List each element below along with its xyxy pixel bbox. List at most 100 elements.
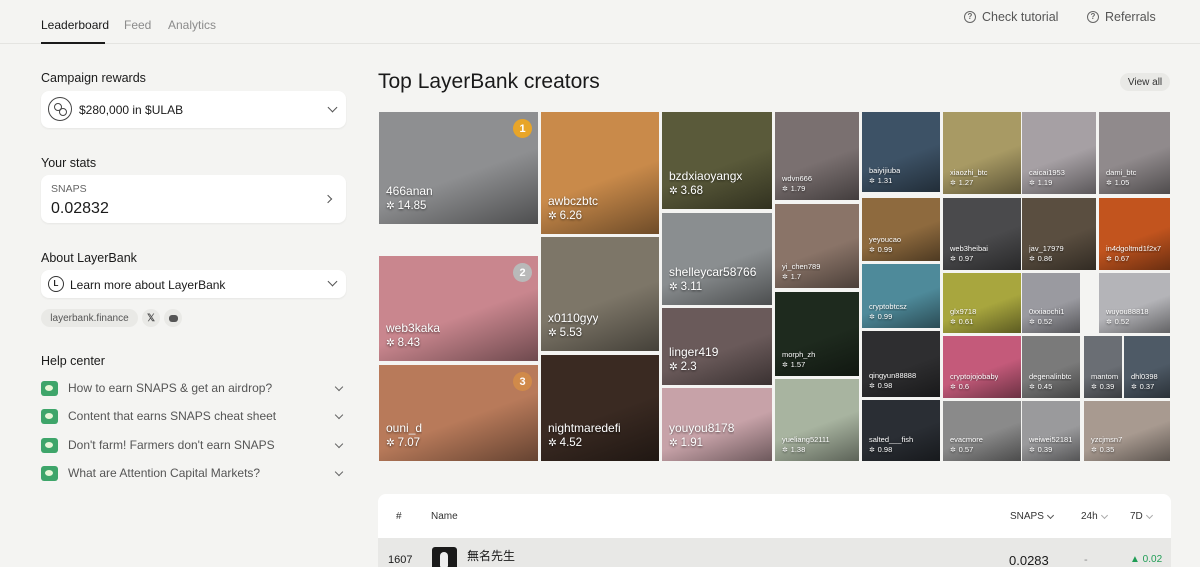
creator-tile[interactable]: web3heibai ✲ 0.97 bbox=[943, 198, 1021, 270]
snaps-icon: ✲ bbox=[782, 446, 788, 454]
campaign-rewards-dropdown[interactable]: $280,000 in $ULAB bbox=[41, 91, 346, 128]
creator-name: mantom bbox=[1091, 372, 1119, 381]
creator-score-value: 7.07 bbox=[397, 437, 421, 449]
creator-score-value: 1.38 bbox=[790, 445, 806, 454]
creator-tile[interactable]: shelleycar58766 ✲ 3.11 bbox=[662, 213, 772, 305]
creator-tile[interactable]: linger419 ✲ 2.3 bbox=[662, 308, 772, 385]
snaps-icon: ✲ bbox=[669, 438, 678, 449]
referrals-link[interactable]: ? Referrals bbox=[1087, 10, 1156, 24]
creator-tile[interactable]: yzcjmsn7 ✲ 0.35 bbox=[1084, 401, 1170, 461]
x-twitter-icon[interactable]: 𝕏 bbox=[142, 309, 160, 327]
website-link[interactable]: layerbank.finance bbox=[41, 309, 138, 327]
creator-name: yueliang52111 bbox=[782, 435, 830, 444]
creator-score: ✲ 0.61 bbox=[950, 317, 973, 326]
creator-score: ✲ 0.45 bbox=[1029, 382, 1052, 391]
creator-score: ✲ 0.57 bbox=[950, 445, 973, 454]
creator-tile[interactable]: jav_17979 ✲ 0.86 bbox=[1022, 198, 1096, 270]
creator-tile[interactable]: wuyou88818 ✲ 0.52 bbox=[1099, 273, 1170, 333]
creator-name: wdvn666 bbox=[782, 174, 813, 183]
creator-tile[interactable]: cryptobtcsz ✲ 0.99 bbox=[862, 264, 940, 328]
creator-tile[interactable]: nightmaredefi ✲ 4.52 bbox=[541, 355, 659, 461]
help-item-earn-snaps[interactable]: How to earn SNAPS & get an airdrop? bbox=[41, 378, 346, 398]
snaps-icon: ✲ bbox=[386, 338, 395, 349]
creator-tile[interactable]: youyou8178 ✲ 1.91 bbox=[662, 388, 772, 461]
creator-tile[interactable]: bzdxiaoyangx ✲ 3.68 bbox=[662, 112, 772, 209]
creator-score-value: 1.31 bbox=[877, 176, 893, 185]
creator-name: glx9718 bbox=[950, 307, 977, 316]
chevron-down-icon bbox=[334, 410, 344, 419]
view-all-button[interactable]: View all bbox=[1120, 73, 1170, 91]
snaps-icon: ✲ bbox=[1029, 383, 1035, 391]
snaps-icon: ✲ bbox=[1106, 255, 1112, 263]
creator-name: awbczbtc bbox=[548, 194, 599, 208]
snaps-stat-card[interactable]: SNAPS 0.02832 bbox=[41, 175, 346, 223]
snaps-value: 0.02832 bbox=[51, 200, 109, 217]
campaign-rewards-title: Campaign rewards bbox=[41, 71, 146, 85]
creator-score-value: 1.19 bbox=[1037, 178, 1053, 187]
creator-tile[interactable]: in4dgoltmd1f2x7 ✲ 0.67 bbox=[1099, 198, 1170, 270]
token-icon bbox=[48, 97, 72, 121]
creator-tile[interactable]: awbczbtc ✲ 6.26 bbox=[541, 112, 659, 234]
creator-score-value: 0.98 bbox=[877, 445, 893, 454]
creator-tile[interactable]: weiwei52181 ✲ 0.39 bbox=[1022, 401, 1080, 461]
creator-score-value: 0.6 bbox=[958, 382, 970, 391]
rank-badge: 2 bbox=[513, 263, 532, 282]
creator-tile[interactable]: qingyun88888 ✲ 0.98 bbox=[862, 331, 940, 397]
creator-tile[interactable]: dhl0398 ✲ 0.37 bbox=[1124, 336, 1170, 398]
creator-name: wuyou88818 bbox=[1106, 307, 1149, 316]
creator-tile[interactable]: evacmore ✲ 0.57 bbox=[943, 401, 1021, 461]
row-24h-change: - bbox=[1084, 554, 1088, 566]
creator-name: youyou8178 bbox=[669, 421, 735, 435]
creator-tile[interactable]: dami_btc ✲ 1.05 bbox=[1099, 112, 1170, 194]
creator-tile[interactable]: yeyoucao ✲ 0.99 bbox=[862, 198, 940, 261]
snaps-icon: ✲ bbox=[782, 185, 788, 193]
table-row[interactable]: 1607 無名先生 0.0283 - ▲ 0.02 bbox=[378, 538, 1171, 567]
about-layerbank-dropdown[interactable]: L Learn more about LayerBank bbox=[41, 270, 346, 298]
creator-tile[interactable]: wdvn666 ✲ 1.79 bbox=[775, 112, 859, 200]
help-item-dont-farm[interactable]: Don't farm! Farmers don't earn SNAPS bbox=[41, 435, 346, 455]
creator-name: xiaozhi_btc bbox=[950, 168, 988, 177]
creator-tile[interactable]: salted___fish ✲ 0.98 bbox=[862, 400, 940, 461]
help-item-label: Don't farm! Farmers don't earn SNAPS bbox=[68, 438, 275, 452]
creator-tile[interactable]: baiyijiuba ✲ 1.31 bbox=[862, 112, 940, 192]
creator-tile[interactable]: xiaozhi_btc ✲ 1.27 bbox=[943, 112, 1021, 194]
creator-score-value: 0.61 bbox=[958, 317, 974, 326]
creator-tile[interactable]: ouni_d ✲ 7.07 3 bbox=[379, 365, 538, 461]
creator-score-value: 1.91 bbox=[680, 437, 704, 449]
snaps-icon: ✲ bbox=[386, 438, 395, 449]
discord-icon[interactable] bbox=[164, 309, 182, 327]
creator-tile[interactable]: x0110gyy ✲ 5.53 bbox=[541, 237, 659, 351]
creator-tile[interactable]: glx9718 ✲ 0.61 bbox=[943, 273, 1021, 333]
tab-feed[interactable]: Feed bbox=[124, 18, 151, 32]
creator-score: ✲ 0.39 bbox=[1029, 445, 1052, 454]
col-7d-header[interactable]: 7D bbox=[1130, 511, 1153, 522]
creator-tile[interactable]: degenalinbtc ✲ 0.45 bbox=[1022, 336, 1080, 398]
creator-tile[interactable]: 0xxiaochi1 ✲ 0.52 bbox=[1022, 273, 1080, 333]
creator-tile[interactable]: caicai1953 ✲ 1.19 bbox=[1022, 112, 1096, 194]
creator-score-value: 1.05 bbox=[1114, 178, 1130, 187]
help-item-attention-markets[interactable]: What are Attention Capital Markets? bbox=[41, 463, 346, 483]
question-icon: ? bbox=[1087, 11, 1099, 23]
col-24h-header[interactable]: 24h bbox=[1081, 511, 1108, 522]
snaps-icon: ✲ bbox=[1029, 446, 1035, 454]
creator-score-value: 6.26 bbox=[559, 210, 583, 222]
help-item-cheat-sheet[interactable]: Content that earns SNAPS cheat sheet bbox=[41, 406, 346, 426]
snaps-icon: ✲ bbox=[950, 179, 956, 187]
creator-tile[interactable]: yi_chen789 ✲ 1.7 bbox=[775, 204, 859, 288]
snaps-icon: ✲ bbox=[869, 246, 875, 254]
creator-score-value: 0.57 bbox=[958, 445, 974, 454]
creator-tile[interactable]: cryptojojobaby ✲ 0.6 bbox=[943, 336, 1021, 398]
creator-tile[interactable]: yueliang52111 ✲ 1.38 bbox=[775, 379, 859, 461]
creator-tile[interactable]: web3kaka ✲ 8.43 2 bbox=[379, 256, 538, 361]
tab-analytics[interactable]: Analytics bbox=[168, 18, 216, 32]
creator-name: yi_chen789 bbox=[782, 262, 821, 271]
creator-tile[interactable]: morph_zh ✲ 1.57 bbox=[775, 292, 859, 376]
creator-tile[interactable]: 466anan ✲ 14.85 1 bbox=[379, 112, 538, 224]
col-snaps-header[interactable]: SNAPS bbox=[1010, 511, 1054, 522]
creator-score-value: 0.99 bbox=[877, 245, 893, 254]
creator-tile[interactable]: mantom ✲ 0.39 bbox=[1084, 336, 1122, 398]
creator-score: ✲ 0.52 bbox=[1106, 317, 1129, 326]
tab-leaderboard[interactable]: Leaderboard bbox=[41, 18, 109, 32]
creator-score: ✲ 14.85 bbox=[386, 200, 426, 212]
check-tutorial-link[interactable]: ? Check tutorial bbox=[964, 10, 1058, 24]
